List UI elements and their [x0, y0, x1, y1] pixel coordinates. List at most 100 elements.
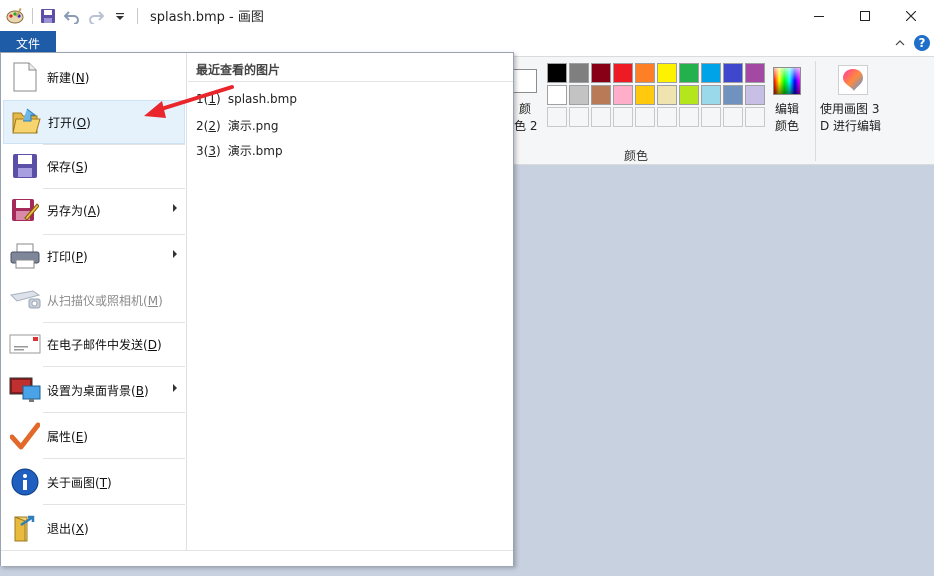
menu-item-open[interactable]: 打开(O)	[3, 100, 185, 144]
edit-colors-label[interactable]: 编辑 颜色	[768, 101, 806, 135]
menu-item-label: 设置为桌面背景	[47, 383, 132, 398]
menu-item-label: 属性	[47, 429, 72, 444]
minimize-button[interactable]	[796, 0, 842, 31]
color-swatch[interactable]	[547, 85, 567, 105]
quick-access-toolbar	[0, 0, 144, 31]
recent-item-name: splash.bmp	[227, 92, 297, 106]
color-swatch[interactable]	[679, 107, 699, 127]
color-swatch[interactable]	[613, 85, 633, 105]
color-swatch[interactable]	[745, 107, 765, 127]
color-swatch[interactable]	[723, 107, 743, 127]
recent-item-name: 演示.bmp	[227, 144, 283, 158]
menu-item-accelerator: T	[99, 475, 108, 490]
menu-item-save[interactable]: 保存(S)	[3, 144, 185, 188]
color-swatch[interactable]	[701, 85, 721, 105]
menu-item-accelerator: E	[75, 429, 84, 444]
menu-item-properties[interactable]: 属性(E)	[3, 414, 185, 458]
window-controls	[796, 0, 934, 31]
menu-item-accelerator: O	[76, 115, 87, 130]
desktop-background-icon	[8, 373, 42, 407]
menu-item-label: 关于画图	[47, 475, 96, 490]
toolbar-separator	[32, 7, 33, 24]
customize-toolbar-dropdown-icon[interactable]	[111, 7, 129, 25]
menu-item-new[interactable]: 新建(N)	[3, 55, 185, 99]
submenu-arrow-icon	[173, 384, 177, 392]
save-as-icon	[8, 193, 42, 227]
paint3d-icon[interactable]	[838, 65, 868, 95]
color-swatch[interactable]	[745, 63, 765, 83]
color-swatch[interactable]	[723, 63, 743, 83]
color-swatch[interactable]	[745, 85, 765, 105]
colors-group-label: 颜色	[624, 149, 649, 163]
color-swatch[interactable]	[591, 85, 611, 105]
menu-item-accelerator: B	[135, 383, 144, 398]
group-separator	[815, 61, 816, 161]
maximize-button[interactable]	[842, 0, 888, 31]
menu-divider	[43, 504, 185, 505]
menu-item-about[interactable]: 关于画图(T)	[3, 460, 185, 504]
open-folder-icon	[9, 105, 43, 139]
paint-app-icon[interactable]	[6, 7, 24, 25]
menu-item-send-email[interactable]: 在电子邮件中发送(D)	[3, 322, 185, 366]
menu-item-label: 新建	[47, 70, 72, 85]
recent-item-1[interactable]: 1(1) splash.bmp	[196, 92, 297, 106]
menu-item-label: 在电子邮件中发送	[47, 337, 144, 352]
color2-label[interactable]: 颜色 2	[514, 101, 544, 135]
color-swatch[interactable]	[657, 107, 677, 127]
close-button[interactable]	[888, 0, 934, 31]
window-title: splash.bmp - 画图	[150, 10, 264, 25]
redo-icon[interactable]	[87, 7, 105, 25]
edit-colors-icon[interactable]	[773, 67, 801, 95]
color-swatch[interactable]	[657, 85, 677, 105]
paint3d-label[interactable]: 使用画图 3D 进行编辑	[820, 101, 890, 135]
color2-swatch[interactable]	[513, 69, 537, 93]
menu-divider	[43, 412, 185, 413]
recent-item-number: 1	[196, 92, 204, 106]
file-menu-footer	[1, 550, 513, 566]
color-swatch[interactable]	[635, 107, 655, 127]
color-swatch[interactable]	[591, 63, 611, 83]
collapse-ribbon-icon[interactable]	[890, 34, 910, 52]
menu-item-print[interactable]: 打印(P)	[3, 234, 185, 278]
save-icon[interactable]	[39, 7, 57, 25]
color-swatch[interactable]	[635, 63, 655, 83]
color-swatch[interactable]	[679, 63, 699, 83]
color-swatch[interactable]	[679, 85, 699, 105]
color-swatch[interactable]	[591, 107, 611, 127]
menu-divider	[43, 366, 185, 367]
color-swatch[interactable]	[701, 63, 721, 83]
recent-pictures-title: 最近查看的图片	[196, 63, 281, 77]
menu-item-label: 另存为	[47, 203, 84, 218]
color-swatch[interactable]	[569, 85, 589, 105]
help-icon[interactable]: ?	[914, 35, 930, 51]
menu-item-label: 保存	[47, 159, 72, 174]
recent-item-3[interactable]: 3(3) 演示.bmp	[196, 142, 283, 159]
menu-item-set-desktop-background[interactable]: 设置为桌面背景(B)	[3, 368, 185, 412]
menu-item-save-as[interactable]: 另存为(A)	[3, 188, 185, 232]
menu-item-exit[interactable]: 退出(X)	[3, 506, 185, 550]
menu-item-accelerator: A	[87, 203, 96, 218]
undo-icon[interactable]	[63, 7, 81, 25]
info-icon	[8, 465, 42, 499]
color-swatch[interactable]	[613, 107, 633, 127]
color-swatch[interactable]	[635, 85, 655, 105]
color-swatch[interactable]	[547, 63, 567, 83]
menu-item-label: 打开	[48, 115, 73, 130]
color-swatch[interactable]	[701, 107, 721, 127]
menu-item-accelerator: X	[75, 521, 84, 536]
menu-item-from-scanner: 从扫描仪或照相机(M)	[3, 278, 185, 322]
color-swatch[interactable]	[613, 63, 633, 83]
menu-item-accelerator: N	[75, 70, 85, 85]
color-swatch[interactable]	[569, 107, 589, 127]
file-menu: 新建(N) 打开(O) 保存(S) 另存为(A) 打印(P) 从扫描仪或照相机(…	[0, 52, 514, 566]
exit-icon	[8, 511, 42, 545]
color-swatch[interactable]	[657, 63, 677, 83]
color-swatch[interactable]	[569, 63, 589, 83]
color-swatch[interactable]	[723, 85, 743, 105]
submenu-arrow-icon	[173, 204, 177, 212]
recent-item-number: 3	[196, 144, 204, 158]
recent-item-2[interactable]: 2(2) 演示.png	[196, 117, 278, 134]
recent-item-accelerator: 2	[208, 119, 216, 133]
color-swatch[interactable]	[547, 107, 567, 127]
recent-item-name: 演示.png	[227, 119, 279, 133]
